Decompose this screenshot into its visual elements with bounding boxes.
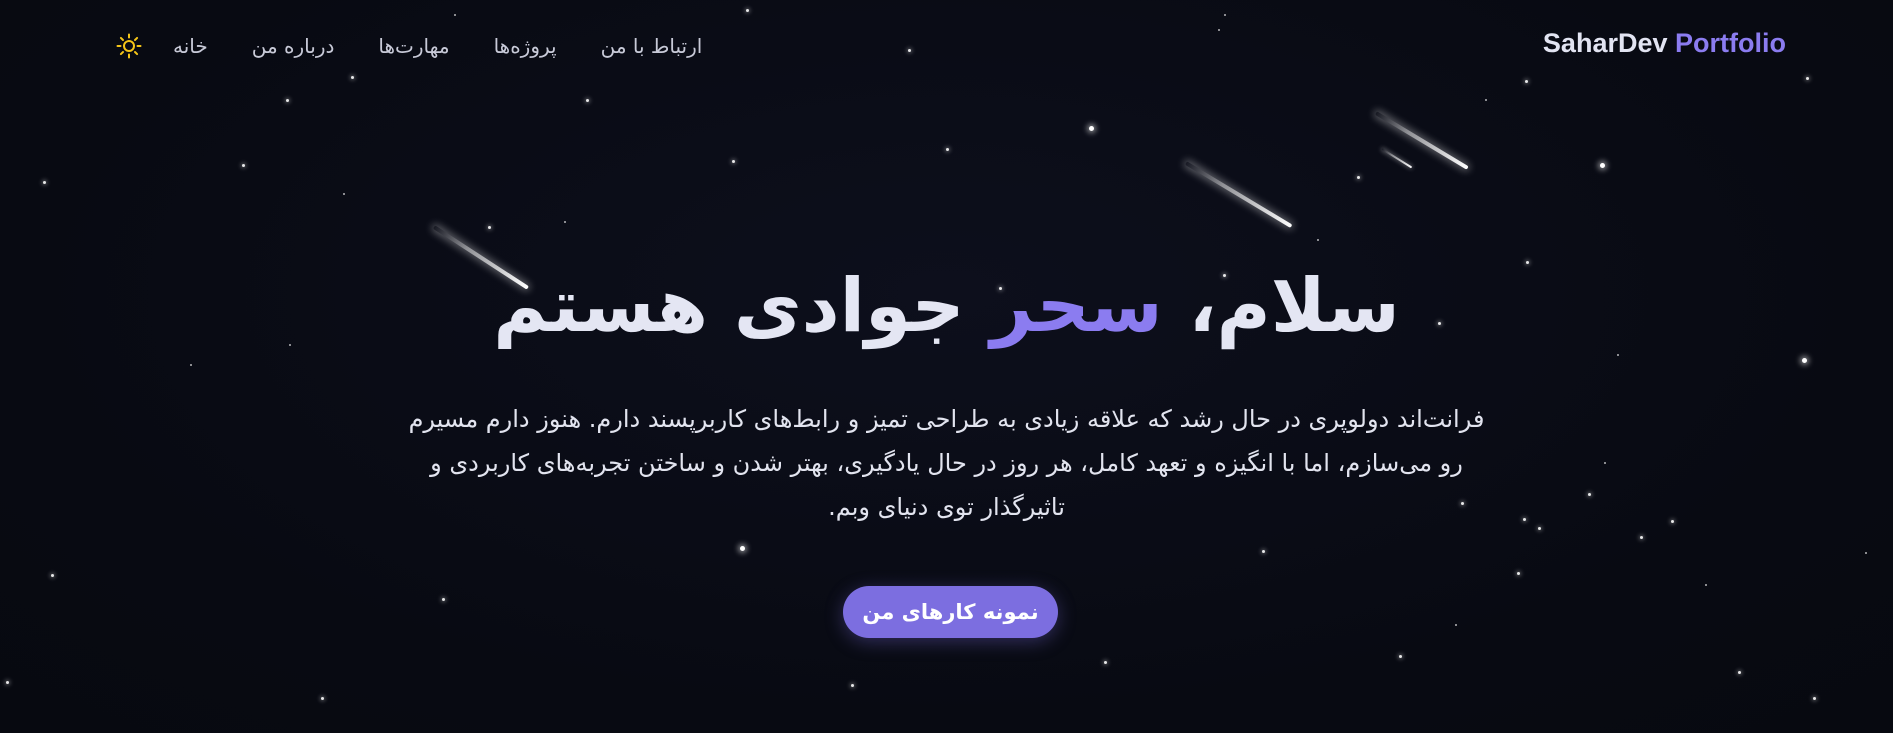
star <box>732 160 735 163</box>
star <box>1399 655 1402 658</box>
star <box>1865 552 1867 554</box>
page: SaharDev Portfolio <box>0 0 1893 733</box>
brand-logo[interactable]: SaharDev Portfolio <box>1543 28 1786 59</box>
shooting-star <box>1184 161 1293 229</box>
star <box>1104 661 1107 664</box>
star <box>190 364 192 366</box>
star <box>1357 176 1360 179</box>
star <box>1640 536 1643 539</box>
star <box>1485 99 1487 101</box>
star <box>1604 462 1606 464</box>
star <box>1738 671 1741 674</box>
star <box>1523 518 1526 521</box>
star <box>6 681 9 684</box>
star <box>586 99 589 102</box>
star <box>1671 520 1674 523</box>
star <box>1705 584 1707 586</box>
star <box>51 574 54 577</box>
hero-title-accent: سحر <box>990 263 1163 349</box>
star <box>1802 358 1807 363</box>
theme-toggle-button[interactable] <box>113 30 145 62</box>
hero-description: فرانت‌اند دولوپری در حال رشد که علاقه زی… <box>408 405 1485 521</box>
hero-title-end: جوادی هستم <box>493 263 991 349</box>
star <box>1617 354 1619 356</box>
main-nav: خانه درباره من مهارت‌ها پروژه‌ها ارتباط … <box>113 30 702 62</box>
star <box>488 226 491 229</box>
nav-link-about[interactable]: درباره من <box>252 34 335 58</box>
star <box>43 181 46 184</box>
star <box>1089 126 1094 131</box>
star <box>1262 550 1265 553</box>
star <box>1317 239 1319 241</box>
star <box>1538 527 1541 530</box>
star <box>1588 493 1591 496</box>
star <box>1813 697 1816 700</box>
nav-link-skills[interactable]: مهارت‌ها <box>378 34 449 58</box>
star <box>1455 624 1457 626</box>
portfolio-button[interactable]: نمونه کارهای من <box>843 586 1058 638</box>
star <box>343 193 345 195</box>
star <box>946 148 949 151</box>
star <box>564 221 566 223</box>
hero-title-start: سلام، <box>1162 263 1400 349</box>
star <box>851 684 854 687</box>
nav-link-home[interactable]: خانه <box>173 34 208 58</box>
nav-link-contact[interactable]: ارتباط با من <box>601 34 703 58</box>
star <box>242 164 245 167</box>
star <box>1517 572 1520 575</box>
star <box>321 697 324 700</box>
brand-primary: SaharDev <box>1542 28 1668 58</box>
star <box>442 598 445 601</box>
star <box>286 99 289 102</box>
star <box>740 546 745 551</box>
site-header: SaharDev Portfolio <box>0 0 1893 92</box>
shooting-star <box>1381 148 1413 169</box>
hero-title: سلام، سحر جوادی هستم <box>0 262 1893 351</box>
nav-link-projects[interactable]: پروژه‌ها <box>494 34 557 58</box>
sun-icon <box>116 33 142 59</box>
brand-secondary: Portfolio <box>1675 28 1786 58</box>
shooting-star <box>1374 111 1469 170</box>
star <box>1600 163 1605 168</box>
